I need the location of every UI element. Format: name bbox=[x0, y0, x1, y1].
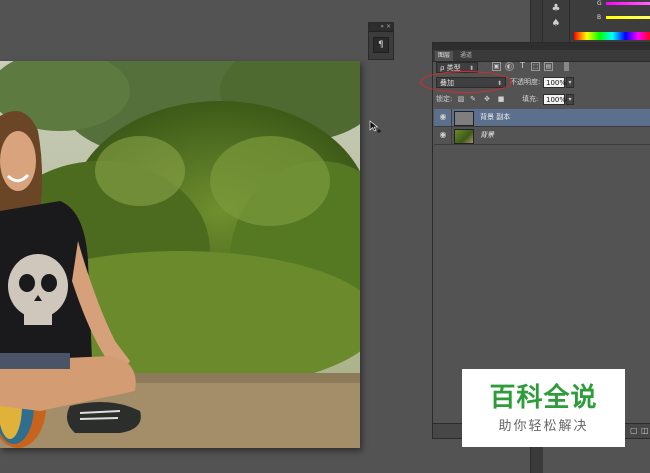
slider-track-b[interactable] bbox=[606, 16, 650, 19]
layer-filter-row: ρ 类型 ⬍ ▣ ◐ T ⬚ ▤ bbox=[433, 62, 650, 74]
panel-collapse-bar[interactable]: » × bbox=[369, 23, 393, 32]
fill-dropdown-arrow[interactable]: ▾ bbox=[566, 94, 574, 105]
opacity-dropdown-arrow[interactable]: ▾ bbox=[566, 77, 574, 88]
layer-row-background[interactable]: ◉ 背景 bbox=[434, 127, 650, 145]
color-slider-g[interactable]: G bbox=[570, 0, 650, 8]
smart-object-filter-icon[interactable]: ▤ bbox=[544, 62, 553, 71]
watermark-title: 百科全说 bbox=[489, 383, 598, 413]
layer-thumbnail bbox=[454, 129, 474, 144]
delete-layer-icon[interactable]: ◫ bbox=[641, 426, 650, 435]
lock-transparent-icon[interactable]: ▨ bbox=[457, 95, 465, 103]
type-filter-icon[interactable]: T bbox=[518, 62, 527, 71]
blend-mode-dropdown[interactable]: 叠加 ⬍ bbox=[436, 77, 506, 88]
fill-field[interactable]: 100% bbox=[543, 94, 566, 105]
divider bbox=[451, 109, 452, 126]
document-canvas-photo[interactable] bbox=[0, 61, 360, 448]
opacity-field[interactable]: 100% bbox=[543, 77, 566, 88]
paint-bucket-icon[interactable]: ♣ bbox=[549, 3, 563, 15]
tab-layers[interactable]: 图层 bbox=[435, 51, 454, 61]
color-spectrum-bar[interactable] bbox=[574, 32, 650, 40]
bucket-icon[interactable]: ♠ bbox=[549, 18, 563, 30]
eye-icon[interactable]: ◉ bbox=[438, 113, 448, 121]
layer-name[interactable]: 背景 副本 bbox=[480, 109, 510, 126]
layers-panel-titlebar[interactable] bbox=[433, 43, 650, 50]
filter-toggle-icon[interactable] bbox=[564, 62, 569, 71]
adjustment-filter-icon[interactable]: ◐ bbox=[505, 62, 514, 71]
eye-icon[interactable]: ◉ bbox=[438, 131, 448, 139]
blend-mode-value: 叠加 bbox=[440, 79, 454, 87]
layer-name[interactable]: 背景 bbox=[480, 127, 494, 144]
move-cursor-icon bbox=[369, 120, 381, 133]
shape-filter-icon[interactable]: ⬚ bbox=[531, 62, 540, 71]
lock-all-icon[interactable]: ■ bbox=[497, 95, 505, 103]
tab-channels[interactable]: 通道 bbox=[457, 51, 475, 61]
panel-icon-strip: ♣ ♠ bbox=[542, 0, 569, 42]
watermark-subtitle: 助你轻松解决 bbox=[498, 419, 589, 434]
image-filter-icon[interactable]: ▣ bbox=[492, 62, 501, 71]
lock-fill-row: 锁定: ▨ ✎ ✥ ■ 填充: 100% ▾ bbox=[433, 94, 650, 106]
chevron-down-icon: ⬍ bbox=[496, 80, 502, 87]
layer-filter-label: ρ 类型 bbox=[440, 64, 461, 72]
color-slider-b[interactable]: B bbox=[570, 14, 650, 22]
blend-opacity-row: 叠加 ⬍ 不透明度: 100% ▾ bbox=[433, 77, 650, 89]
lock-image-icon[interactable]: ✎ bbox=[469, 95, 477, 103]
slider-track-g[interactable] bbox=[606, 2, 650, 5]
opacity-label: 不透明度: bbox=[510, 78, 541, 86]
layer-filter-dropdown[interactable]: ρ 类型 ⬍ bbox=[436, 62, 478, 73]
paragraph-tool-icon[interactable]: ¶ bbox=[373, 37, 389, 53]
watermark-logo: 百科全说 助你轻松解决 bbox=[462, 369, 625, 447]
layer-thumbnail bbox=[454, 111, 474, 126]
fill-label: 填充: bbox=[522, 95, 539, 103]
slider-label-b: B bbox=[597, 14, 602, 21]
slider-label-g: G bbox=[597, 0, 602, 7]
color-panel: G B bbox=[569, 0, 650, 42]
new-layer-icon[interactable]: ▢ bbox=[630, 426, 639, 435]
lock-position-icon[interactable]: ✥ bbox=[483, 95, 491, 103]
lock-label: 锁定: bbox=[436, 95, 453, 103]
layers-panel-tabs: 图层 通道 bbox=[433, 50, 650, 62]
layer-row-background-copy[interactable]: ◉ 背景 副本 bbox=[434, 109, 650, 127]
floating-tool-panel: » × ¶ bbox=[368, 22, 394, 60]
divider bbox=[451, 127, 452, 144]
chevron-down-icon: ⬍ bbox=[468, 65, 474, 72]
photo-image bbox=[0, 61, 360, 448]
